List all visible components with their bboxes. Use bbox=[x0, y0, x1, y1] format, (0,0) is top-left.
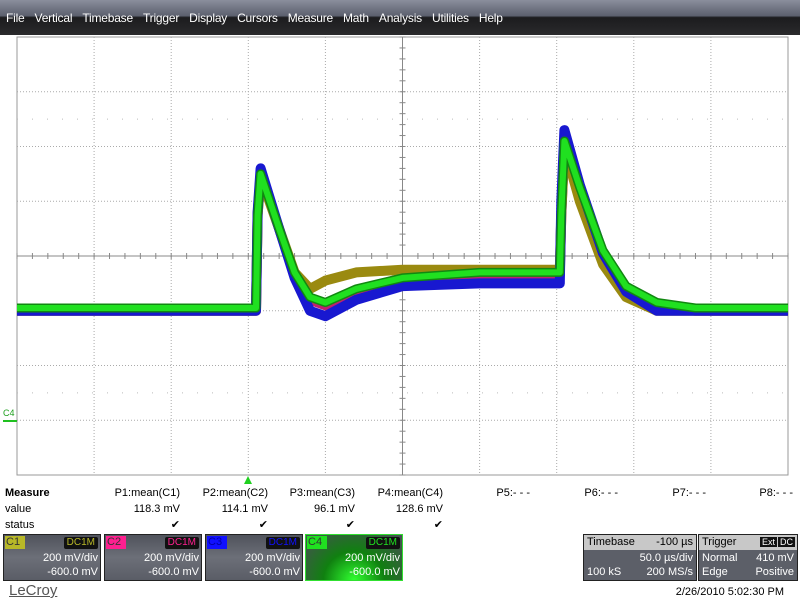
param-value: 118.3 mV bbox=[133, 503, 180, 515]
channel-vdiv: 200 mV/div bbox=[42, 552, 98, 564]
param-name[interactable]: P3:mean(C3) bbox=[265, 487, 355, 499]
trigger-slope: Positive bbox=[755, 566, 794, 578]
trigger-mode: Normal bbox=[702, 552, 738, 564]
param-name[interactable]: P5:- - - bbox=[440, 487, 530, 499]
timebase-rate: 200 MS/s bbox=[646, 566, 693, 578]
status-label: status bbox=[5, 519, 35, 531]
param-name[interactable]: P7:- - - bbox=[616, 487, 706, 499]
channel-coupling: DC1M bbox=[365, 537, 400, 549]
graticule bbox=[16, 36, 789, 476]
param-name[interactable]: P8:- - - bbox=[703, 487, 793, 499]
channel-c1-box[interactable]: C1 DC1M 200 mV/div -600.0 mV bbox=[3, 534, 101, 581]
trigger-label: Trigger bbox=[702, 536, 737, 548]
channel-coupling: DC1M bbox=[164, 537, 199, 549]
channel-offset: -600.0 mV bbox=[148, 566, 199, 578]
param-name[interactable]: P6:- - - bbox=[528, 487, 618, 499]
channel-offset: -600.0 mV bbox=[249, 566, 300, 578]
timebase-samples: 100 kS bbox=[587, 566, 622, 578]
param-status-check-icon: ✔ bbox=[258, 519, 268, 531]
channel-c4-box[interactable]: C4 DC1M 200 mV/div -600.0 mV bbox=[305, 534, 403, 581]
timebase-delay: -100 µs bbox=[656, 536, 693, 548]
measure-title: Measure bbox=[5, 487, 50, 499]
param-status-check-icon: ✔ bbox=[433, 519, 443, 531]
trigger-position-marker[interactable] bbox=[244, 476, 252, 484]
channel-offset: -600.0 mV bbox=[47, 566, 98, 578]
param-value: 128.6 mV bbox=[395, 503, 443, 515]
channel-coupling: DC1M bbox=[265, 537, 300, 549]
param-value: 114.1 mV bbox=[221, 503, 268, 515]
trigger-source: Ext bbox=[759, 537, 777, 547]
lecroy-logo: LeCroy bbox=[9, 582, 58, 599]
channel-vdiv: 200 mV/div bbox=[143, 552, 199, 564]
trigger-panel[interactable]: Trigger Ext DC Normal 410 mV Edge Positi… bbox=[698, 534, 798, 581]
trigger-type: Edge bbox=[702, 566, 728, 578]
trigger-level: 410 mV bbox=[756, 552, 794, 564]
param-status-check-icon: ✔ bbox=[170, 519, 180, 531]
param-name[interactable]: P4:mean(C4) bbox=[353, 487, 443, 499]
channel-vdiv: 200 mV/div bbox=[244, 552, 300, 564]
param-name[interactable]: P2:mean(C2) bbox=[178, 487, 268, 499]
channel-tag: C4 bbox=[307, 536, 327, 549]
channel-tag: C2 bbox=[106, 536, 126, 549]
channel-tag: C3 bbox=[207, 536, 227, 549]
param-value: 96.1 mV bbox=[314, 503, 355, 515]
param-name[interactable]: P1:mean(C1) bbox=[90, 487, 180, 499]
channel-tag: C1 bbox=[5, 536, 25, 549]
channel-c2-box[interactable]: C2 DC1M 200 mV/div -600.0 mV bbox=[104, 534, 202, 581]
timebase-tdiv: 50.0 µs/div bbox=[639, 552, 693, 564]
channel-coupling: DC1M bbox=[63, 537, 98, 549]
channel-vdiv: 200 mV/div bbox=[344, 552, 400, 564]
param-status-check-icon: ✔ bbox=[345, 519, 355, 531]
datetime: 2/26/2010 5:02:30 PM bbox=[675, 586, 784, 598]
trigger-coupling: DC bbox=[778, 537, 795, 547]
timebase-panel[interactable]: Timebase -100 µs 50.0 µs/div 100 kS 200 … bbox=[583, 534, 697, 581]
value-label: value bbox=[5, 503, 32, 515]
channel-c3-box[interactable]: C3 DC1M 200 mV/div -600.0 mV bbox=[205, 534, 303, 581]
timebase-label: Timebase bbox=[587, 536, 635, 548]
ground-marker[interactable]: C4 bbox=[3, 408, 15, 418]
channel-offset: -600.0 mV bbox=[349, 566, 400, 578]
